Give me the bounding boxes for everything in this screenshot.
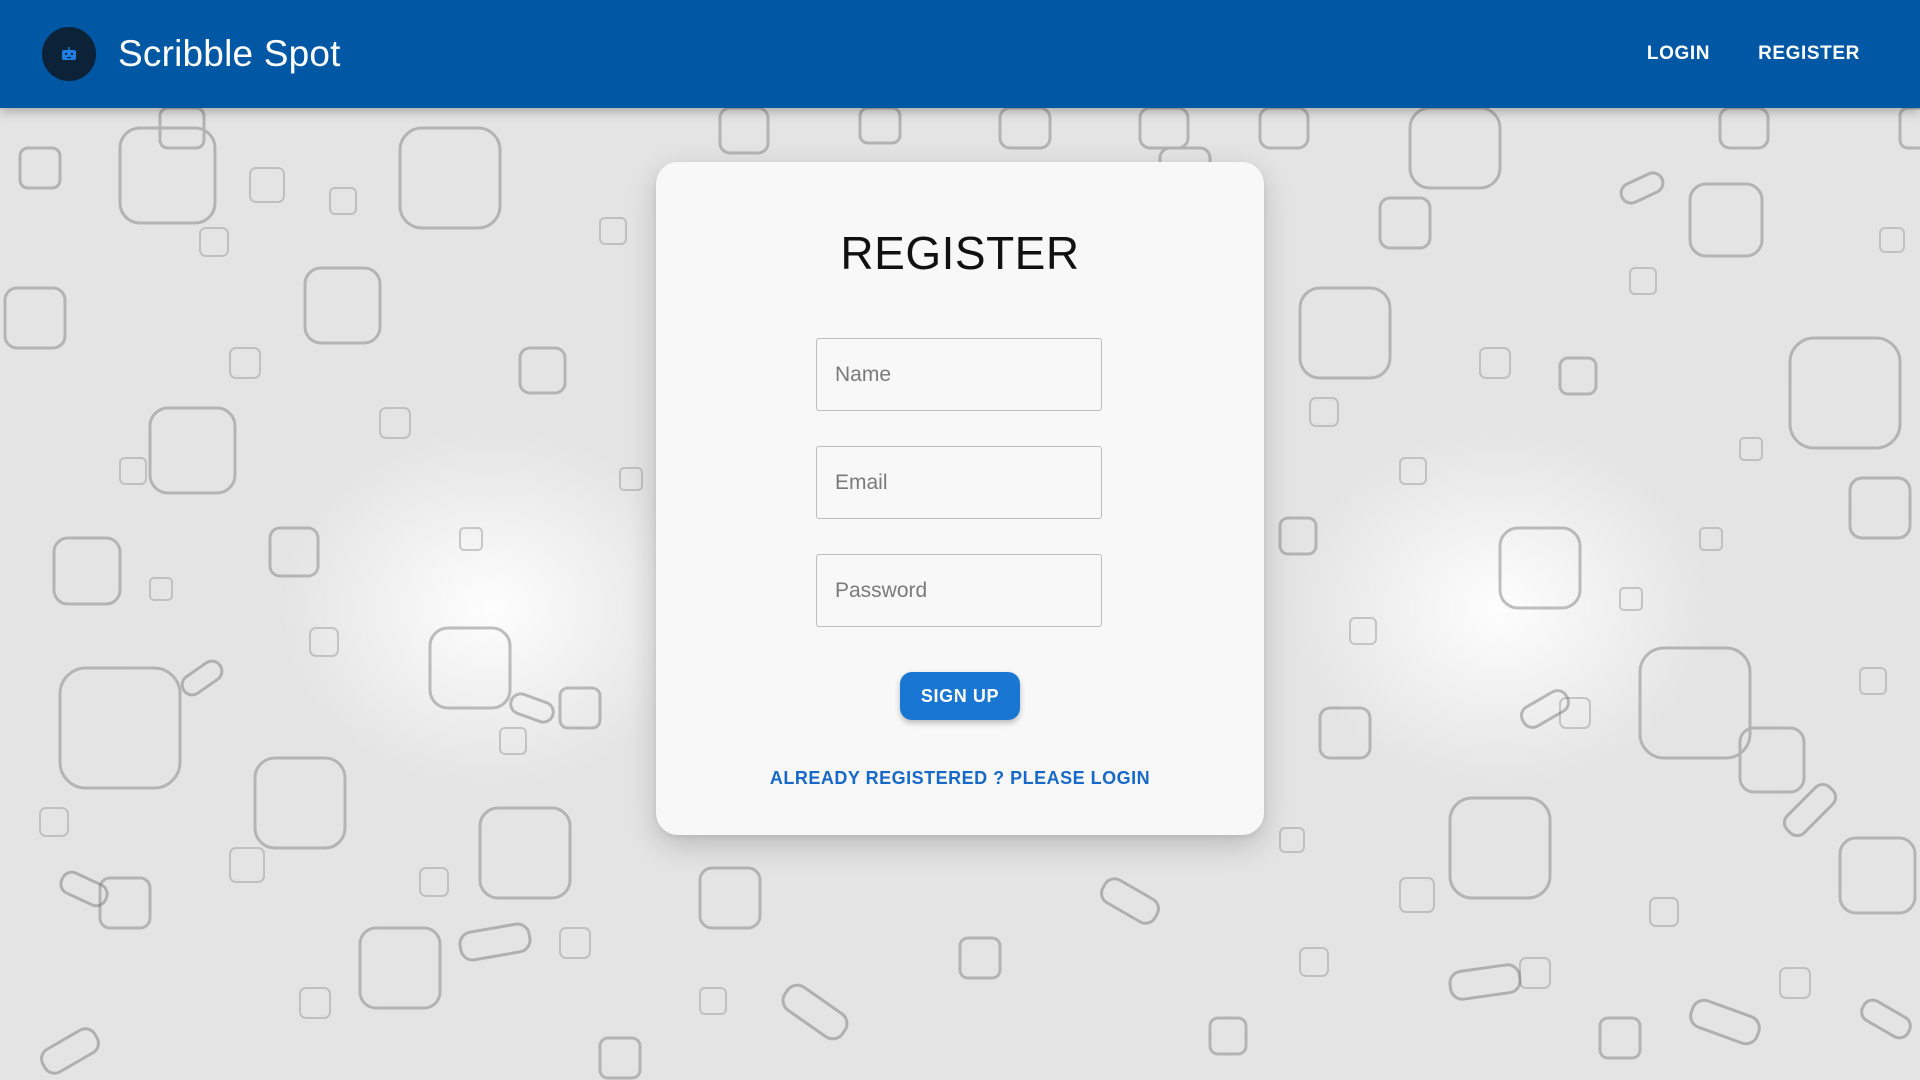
email-input[interactable] bbox=[817, 447, 1101, 518]
register-card: REGISTER SIGN UP ALREADY REGISTERED ? PL… bbox=[656, 162, 1264, 835]
robot-face-icon bbox=[42, 27, 96, 81]
top-nav: LOGIN REGISTER bbox=[1645, 0, 1862, 108]
nav-register-link[interactable]: REGISTER bbox=[1756, 37, 1862, 71]
name-field[interactable] bbox=[816, 338, 1102, 411]
register-title: REGISTER bbox=[840, 227, 1080, 279]
sign-up-button[interactable]: SIGN UP bbox=[900, 672, 1020, 720]
name-input[interactable] bbox=[817, 339, 1101, 410]
password-field[interactable] bbox=[816, 554, 1102, 627]
app-bar: Scribble Spot LOGIN REGISTER bbox=[0, 0, 1920, 108]
nav-login-link[interactable]: LOGIN bbox=[1645, 37, 1712, 71]
password-input[interactable] bbox=[817, 555, 1101, 626]
already-registered-login-link[interactable]: ALREADY REGISTERED ? PLEASE LOGIN bbox=[656, 768, 1264, 789]
app-title: Scribble Spot bbox=[118, 33, 341, 74]
brand[interactable]: Scribble Spot bbox=[42, 27, 341, 81]
email-field[interactable] bbox=[816, 446, 1102, 519]
